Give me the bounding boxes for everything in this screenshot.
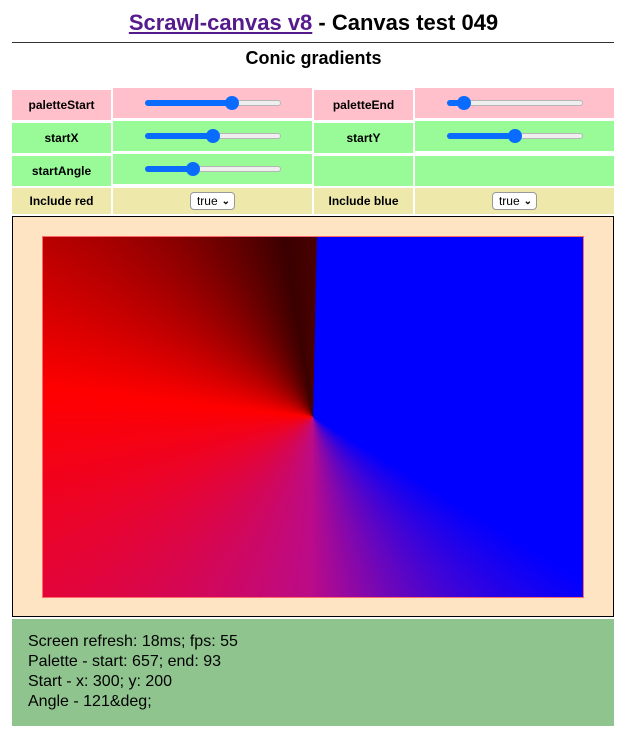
slider-thumb[interactable]: [507, 129, 522, 143]
start-angle-slider[interactable]: [144, 161, 281, 177]
report-panel: Screen refresh: 18ms; fps: 55 Palette - …: [12, 619, 614, 726]
include-red-cell: true ⌄: [113, 188, 312, 214]
empty-cell: [314, 156, 413, 186]
canvas-container: [12, 216, 614, 617]
include-blue-select[interactable]: true ⌄: [491, 192, 538, 210]
slider-thumb[interactable]: [225, 96, 240, 110]
palette-end-slider[interactable]: [446, 95, 583, 111]
start-x-cell: [113, 121, 312, 151]
start-x-label: startX: [12, 123, 111, 153]
select-value: true: [498, 194, 520, 208]
include-red-select[interactable]: true ⌄: [189, 192, 236, 210]
palette-start-label: paletteStart: [12, 90, 111, 120]
empty-cell: [415, 156, 614, 186]
palette-start-cell: [113, 88, 312, 118]
chevron-down-icon: ⌄: [523, 195, 533, 207]
report-line-palette: Palette - start: 657; end: 93: [28, 653, 222, 670]
start-angle-label: startAngle: [12, 156, 111, 186]
palette-end-label: paletteEnd: [314, 90, 413, 120]
include-blue-cell: true ⌄: [415, 188, 614, 214]
report-line-refresh: Screen refresh: 18ms; fps: 55: [28, 633, 238, 650]
scrawl-canvas-link[interactable]: Scrawl-canvas v8: [129, 10, 312, 35]
page-subtitle: Conic gradients: [245, 48, 382, 68]
slider-fill: [144, 100, 233, 106]
title-divider: [12, 42, 614, 43]
palette-start-slider[interactable]: [144, 95, 281, 111]
chevron-down-icon: ⌄: [221, 195, 231, 207]
select-value: true: [196, 194, 218, 208]
slider-fill: [446, 133, 515, 139]
slider-thumb[interactable]: [185, 162, 200, 176]
conic-gradient-canvas[interactable]: [42, 236, 584, 598]
report-line-start: Start - x: 300; y: 200: [28, 673, 173, 690]
include-red-label: Include red: [12, 188, 111, 214]
page-title: Scrawl-canvas v8 - Canvas test 049: [0, 10, 627, 36]
report-line-angle: Angle - 121&deg;: [28, 693, 152, 710]
start-x-slider[interactable]: [144, 128, 281, 144]
slider-thumb[interactable]: [457, 96, 472, 110]
conic-gradient-fill: [43, 237, 583, 597]
slider-fill: [144, 133, 213, 139]
include-blue-label: Include blue: [314, 188, 413, 214]
start-y-label: startY: [314, 123, 413, 153]
page-title-text: - Canvas test 049: [312, 10, 499, 35]
palette-end-cell: [415, 88, 614, 118]
start-y-cell: [415, 121, 614, 151]
start-angle-cell: [113, 154, 312, 184]
start-y-slider[interactable]: [446, 128, 583, 144]
slider-thumb[interactable]: [205, 129, 220, 143]
